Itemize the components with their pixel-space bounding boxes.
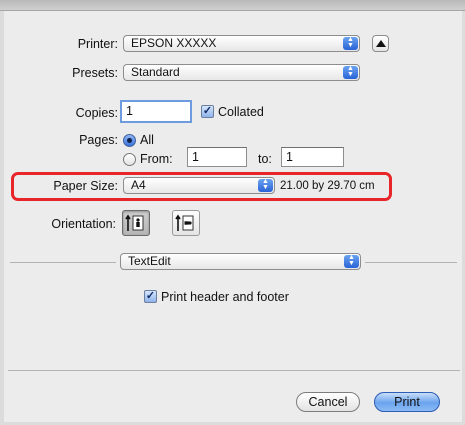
paper-size-dimensions: 21.00 by 29.70 cm xyxy=(280,180,375,192)
printer-label: Printer: xyxy=(77,37,118,51)
app-section-popup[interactable]: TextEdit ▲ ▼ xyxy=(120,253,361,270)
paper-size-value: A4 xyxy=(131,178,146,192)
pages-label: Pages: xyxy=(79,133,118,147)
print-button[interactable]: Print xyxy=(374,392,440,412)
cancel-button[interactable]: Cancel xyxy=(296,392,360,412)
copies-input[interactable]: 1 xyxy=(120,100,192,123)
pages-from-radio[interactable] xyxy=(123,153,136,166)
portrait-orientation-button[interactable] xyxy=(122,210,150,236)
pages-all-label: All xyxy=(140,133,154,147)
expand-dialog-button[interactable] xyxy=(372,35,389,52)
presets-popup[interactable]: Standard ▲ ▼ xyxy=(123,64,360,81)
presets-label: Presets: xyxy=(72,66,118,80)
paper-size-popup[interactable]: A4 ▲ ▼ xyxy=(123,177,275,194)
portrait-person-icon xyxy=(125,214,144,231)
footer-separator xyxy=(8,370,460,371)
collated-label: Collated xyxy=(218,105,264,119)
pages-all-radio[interactable] xyxy=(123,134,136,147)
pages-to-label: to: xyxy=(258,152,272,166)
collated-checkbox[interactable]: ✓ xyxy=(201,105,214,118)
printer-value: EPSON XXXXX xyxy=(131,36,217,50)
printer-popup[interactable]: EPSON XXXXX ▲ ▼ xyxy=(123,35,360,52)
stepper-arrows-icon: ▲ ▼ xyxy=(344,254,359,268)
print-header-footer-checkbox[interactable]: ✓ xyxy=(144,290,157,303)
app-section-value: TextEdit xyxy=(128,254,171,268)
presets-value: Standard xyxy=(131,65,180,79)
pages-from-input[interactable]: 1 xyxy=(187,147,247,167)
window-top-bar xyxy=(0,0,465,11)
disclosure-up-icon xyxy=(376,40,386,47)
print-header-footer-label: Print header and footer xyxy=(161,290,289,304)
paper-size-label: Paper Size: xyxy=(53,179,118,193)
stepper-arrows-icon: ▲ ▼ xyxy=(343,36,358,50)
stepper-arrows-icon: ▲ ▼ xyxy=(343,65,358,79)
pages-to-input[interactable]: 1 xyxy=(281,147,344,167)
landscape-orientation-button[interactable] xyxy=(172,210,200,236)
separator-left xyxy=(10,262,116,263)
pages-from-label: From: xyxy=(140,152,173,166)
stepper-arrows-icon: ▲ ▼ xyxy=(258,178,273,192)
print-dialog-panel: Printer: EPSON XXXXX ▲ ▼ Presets: Standar… xyxy=(4,11,462,422)
orientation-label: Orientation: xyxy=(51,217,116,231)
separator-right xyxy=(365,262,457,263)
landscape-person-icon xyxy=(175,214,194,231)
copies-label: Copies: xyxy=(75,106,118,120)
